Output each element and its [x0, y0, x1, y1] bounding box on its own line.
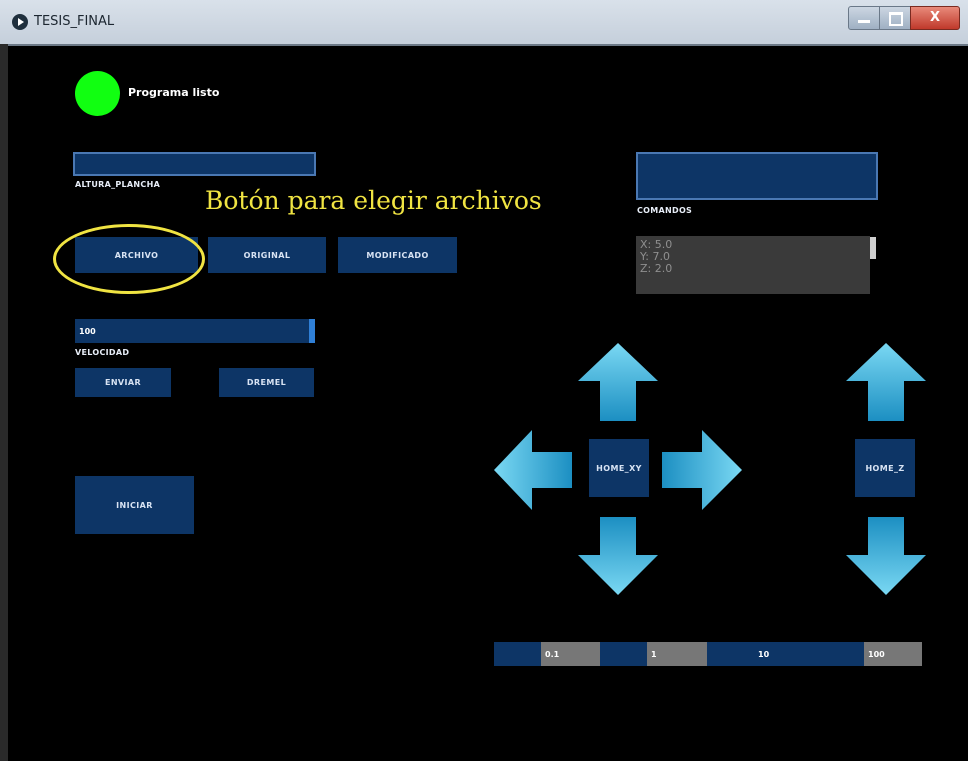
- title-bar: [0, 0, 968, 46]
- original-button[interactable]: ORIGINAL: [208, 237, 326, 273]
- status-indicator: [75, 71, 120, 116]
- window-title: TESIS_FINAL: [34, 14, 115, 29]
- arrow-left-icon[interactable]: [494, 430, 574, 510]
- arrow-down-icon[interactable]: [578, 517, 658, 597]
- velocidad-slider-fill: [75, 319, 315, 343]
- step-selector-1[interactable]: [600, 642, 647, 666]
- annotation-text: Botón para elegir archivos: [205, 186, 542, 215]
- iniciar-button[interactable]: INICIAR: [75, 476, 194, 534]
- annotation-highlight-ellipse: [53, 224, 205, 294]
- console-line: Y: 7.0: [640, 250, 670, 263]
- arrow-right-icon[interactable]: [662, 430, 742, 510]
- console-line: Z: 2.0: [640, 262, 673, 275]
- home-z-button[interactable]: HOME_Z: [855, 439, 915, 497]
- velocidad-label: VELOCIDAD: [75, 348, 130, 357]
- status-text: Programa listo: [128, 86, 220, 99]
- maximize-button[interactable]: [879, 6, 911, 30]
- step-value-1: 1: [647, 642, 707, 666]
- step-selector-0.1[interactable]: [494, 642, 541, 666]
- velocidad-slider-handle[interactable]: [309, 319, 315, 343]
- arrow-down-icon[interactable]: [846, 517, 926, 597]
- comandos-label: COMANDOS: [637, 206, 693, 215]
- close-button[interactable]: X: [910, 6, 960, 30]
- step-selector-100[interactable]: [816, 642, 864, 666]
- window-frame: [0, 44, 8, 761]
- velocidad-value: 100: [79, 327, 96, 336]
- dremel-button[interactable]: DREMEL: [219, 368, 314, 397]
- step-value-10: 10: [754, 642, 816, 666]
- minimize-button[interactable]: [848, 6, 880, 30]
- enviar-button[interactable]: ENVIAR: [75, 368, 171, 397]
- arrow-up-icon[interactable]: [578, 343, 658, 423]
- home-xy-button[interactable]: HOME_XY: [589, 439, 649, 497]
- console-line: X: 5.0: [640, 238, 673, 251]
- comandos-field[interactable]: [636, 152, 878, 200]
- arrow-up-icon[interactable]: [846, 343, 926, 423]
- step-value-0.1: 0.1: [541, 642, 600, 666]
- console-output[interactable]: X: 5.0 Y: 7.0 Z: 2.0: [636, 236, 870, 294]
- console-scrollbar[interactable]: [870, 237, 876, 259]
- step-value-100: 100: [864, 642, 922, 666]
- altura-plancha-label: ALTURA_PLANCHA: [75, 180, 161, 189]
- velocidad-slider[interactable]: 100: [75, 319, 315, 343]
- play-icon: [12, 14, 28, 30]
- step-selector-10[interactable]: [707, 642, 754, 666]
- modificado-button[interactable]: MODIFICADO: [338, 237, 457, 273]
- altura-plancha-field[interactable]: [73, 152, 316, 176]
